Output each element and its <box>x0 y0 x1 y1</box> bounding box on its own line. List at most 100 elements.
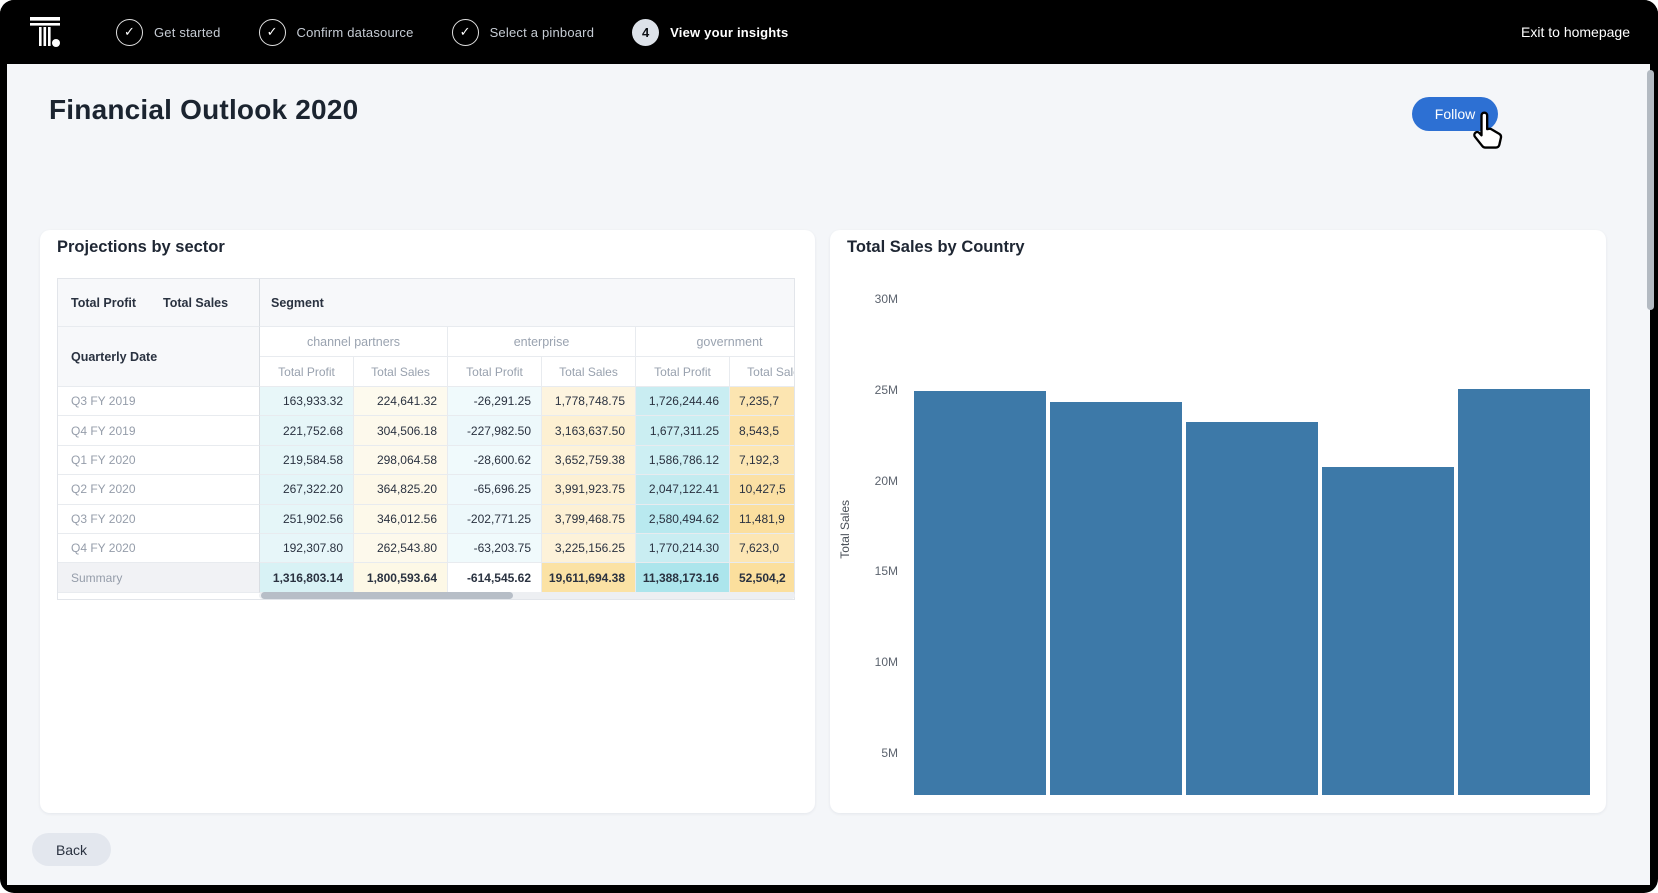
row-label: Q3 FY 2020 <box>58 505 260 534</box>
exit-to-homepage-link[interactable]: Exit to homepage <box>1521 24 1630 40</box>
table-cell: 251,902.56 <box>260 505 354 534</box>
row-label: Q1 FY 2020 <box>58 446 260 475</box>
projections-card: Projections by sector Total Profit Total… <box>40 230 815 813</box>
table-cell: 267,322.20 <box>260 475 354 504</box>
table-cell: -614,545.62 <box>448 563 542 593</box>
row-label: Q3 FY 2019 <box>58 387 260 416</box>
table-horizontal-scrollbar <box>259 592 795 599</box>
y-axis-tick-label: 30M <box>830 292 898 306</box>
chart-bar[interactable] <box>1050 402 1182 795</box>
pivot-table-body: Q3 FY 2019163,933.32224,641.32-26,291.25… <box>58 387 795 593</box>
measure-chip-total-profit[interactable]: Total Profit <box>58 296 150 310</box>
table-cell: -26,291.25 <box>448 387 542 416</box>
table-cell: 3,652,759.38 <box>542 446 636 475</box>
chart-y-axis-label: Total Sales <box>838 500 852 559</box>
chart-bar[interactable] <box>1186 422 1318 795</box>
wizard-step-label: Confirm datasource <box>297 25 414 40</box>
table-cell: 1,726,244.46 <box>636 387 730 416</box>
check-icon: ✓ <box>259 19 286 46</box>
measure-column-header[interactable]: Total Profit <box>260 357 354 387</box>
table-cell: 346,012.56 <box>354 505 448 534</box>
wizard-step-label: Select a pinboard <box>490 25 595 40</box>
table-cell: 1,800,593.64 <box>354 563 448 593</box>
table-cell: -63,203.75 <box>448 534 542 563</box>
table-cell: 304,506.18 <box>354 416 448 445</box>
table-cell: -202,771.25 <box>448 505 542 534</box>
table-row: Q4 FY 2020192,307.80262,543.80-63,203.75… <box>58 534 795 563</box>
measure-column-header[interactable]: Total Profit <box>636 357 730 387</box>
wizard-steps: ✓ Get started ✓ Confirm datasource ✓ Select a… <box>116 19 788 46</box>
check-icon: ✓ <box>452 19 479 46</box>
table-cell: 11,481,9 <box>730 505 795 534</box>
chart-bar[interactable] <box>1322 467 1454 795</box>
check-icon: ✓ <box>116 19 143 46</box>
wizard-step-label: Get started <box>154 25 221 40</box>
measure-column-header[interactable]: Total Sales <box>542 357 636 387</box>
measure-chip-total-sales[interactable]: Total Sales <box>150 296 242 310</box>
table-cell: 7,192,3 <box>730 446 795 475</box>
measure-column-header[interactable]: Total Sales <box>730 357 795 387</box>
table-cell: 3,991,923.75 <box>542 475 636 504</box>
row-label: Q2 FY 2020 <box>58 475 260 504</box>
measure-column-header[interactable]: Total Sales <box>354 357 448 387</box>
y-axis-tick-label: 5M <box>830 746 898 760</box>
page-title: Financial Outlook 2020 <box>49 94 358 126</box>
page-body: Financial Outlook 2020 Follow Projection… <box>7 64 1650 885</box>
table-cell: 163,933.32 <box>260 387 354 416</box>
table-cell: 3,225,156.25 <box>542 534 636 563</box>
table-cell: 1,586,786.12 <box>636 446 730 475</box>
pivot-corner-measures[interactable]: Total Profit Total Sales <box>58 279 260 327</box>
row-dimension-header[interactable]: Quarterly Date <box>58 327 260 387</box>
table-cell: 219,584.58 <box>260 446 354 475</box>
pivot-table: Total Profit Total Sales Segment Quarter… <box>57 278 795 600</box>
table-cell: 224,641.32 <box>354 387 448 416</box>
row-label: Summary <box>58 563 260 593</box>
table-cell: 10,427,5 <box>730 475 795 504</box>
table-cell: 262,543.80 <box>354 534 448 563</box>
projections-card-title: Projections by sector <box>57 238 225 257</box>
wizard-step-get-started[interactable]: ✓ Get started <box>116 19 221 46</box>
y-axis-tick-label: 10M <box>830 655 898 669</box>
y-axis-tick-label: 20M <box>830 474 898 488</box>
segment-group-header-enterprise[interactable]: enterprise <box>448 327 636 357</box>
table-cell: -65,696.25 <box>448 475 542 504</box>
table-horizontal-scrollbar-thumb[interactable] <box>261 592 513 599</box>
table-cell: 7,623,0 <box>730 534 795 563</box>
table-cell: 1,778,748.75 <box>542 387 636 416</box>
wizard-step-view-your-insights[interactable]: 4View your insights <box>632 19 788 46</box>
chart-bar[interactable] <box>1458 389 1590 795</box>
table-row: Q3 FY 2020251,902.56346,012.56-202,771.2… <box>58 505 795 534</box>
wizard-step-label: View your insights <box>670 25 788 40</box>
y-axis-tick-label: 15M <box>830 564 898 578</box>
table-cell: 1,770,214.30 <box>636 534 730 563</box>
row-label: Q4 FY 2020 <box>58 534 260 563</box>
table-cell: 3,799,468.75 <box>542 505 636 534</box>
table-cell: 1,677,311.25 <box>636 416 730 445</box>
chart-bar[interactable] <box>914 391 1046 795</box>
wizard-step-confirm-datasource[interactable]: ✓ Confirm datasource <box>259 19 414 46</box>
table-row: Q2 FY 2020267,322.20364,825.20-65,696.25… <box>58 475 795 504</box>
table-cell: 8,543,5 <box>730 416 795 445</box>
wizard-step-select-a-pinboard[interactable]: ✓ Select a pinboard <box>452 19 595 46</box>
y-axis-tick-label: 25M <box>830 383 898 397</box>
table-row: Q3 FY 2019163,933.32224,641.32-26,291.25… <box>58 387 795 416</box>
page-vertical-scrollbar-thumb[interactable] <box>1647 70 1654 310</box>
wizard-topbar: ✓ Get started ✓ Confirm datasource ✓ Select a… <box>0 0 1658 64</box>
follow-button[interactable]: Follow <box>1412 97 1498 131</box>
measure-column-header[interactable]: Total Profit <box>448 357 542 387</box>
table-cell: 2,047,122.41 <box>636 475 730 504</box>
table-cell: 364,825.20 <box>354 475 448 504</box>
segment-column-header[interactable]: Segment <box>260 279 795 327</box>
table-cell: 192,307.80 <box>260 534 354 563</box>
table-cell: 19,611,694.38 <box>542 563 636 593</box>
measure-header-row: Total ProfitTotal SalesTotal ProfitTotal… <box>260 357 795 387</box>
table-cell: 221,752.68 <box>260 416 354 445</box>
table-cell: 2,580,494.62 <box>636 505 730 534</box>
segment-group-header-channel-partners[interactable]: channel partners <box>260 327 448 357</box>
chart-title: Total Sales by Country <box>847 238 1025 257</box>
back-button[interactable]: Back <box>32 833 111 866</box>
table-cell: 52,504,2 <box>730 563 795 593</box>
total-sales-chart-card: Total Sales by Country Total Sales 30M 25… <box>830 230 1606 813</box>
segment-group-header-government[interactable]: government <box>636 327 795 357</box>
table-cell: -227,982.50 <box>448 416 542 445</box>
